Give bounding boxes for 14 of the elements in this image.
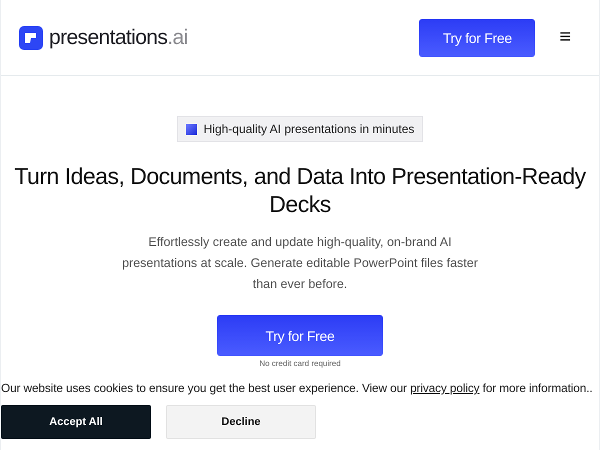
accept-button[interactable]: Accept All: [1, 405, 151, 439]
try-free-button[interactable]: Try for Free: [217, 315, 383, 356]
try-free-button[interactable]: Try for Free: [419, 18, 536, 56]
square-icon: [186, 124, 197, 134]
note-text: No credit card required: [259, 359, 341, 368]
hero-title: Turn Ideas, Documents, and Data Into Presentation-Ready Decks: [13, 162, 587, 218]
logo-text: presentations.ai: [49, 26, 188, 50]
logo-icon: [19, 26, 43, 50]
decline-button[interactable]: Decline: [166, 405, 316, 439]
privacy-policy-link[interactable]: privacy policy: [410, 381, 480, 395]
badge-text: High-quality AI presentations in minutes: [204, 122, 414, 136]
menu-icon[interactable]: ≡: [559, 26, 571, 49]
hero-subtitle: Effortlessly create and update high-quality, on-brand AI presentations at scale. Generate editable PowerPoint files faster than ever before.: [121, 234, 479, 293]
cookie-text: Our website uses cookies to ensure you get the best user experience. View our privacy policy for more information..: [1, 381, 594, 395]
